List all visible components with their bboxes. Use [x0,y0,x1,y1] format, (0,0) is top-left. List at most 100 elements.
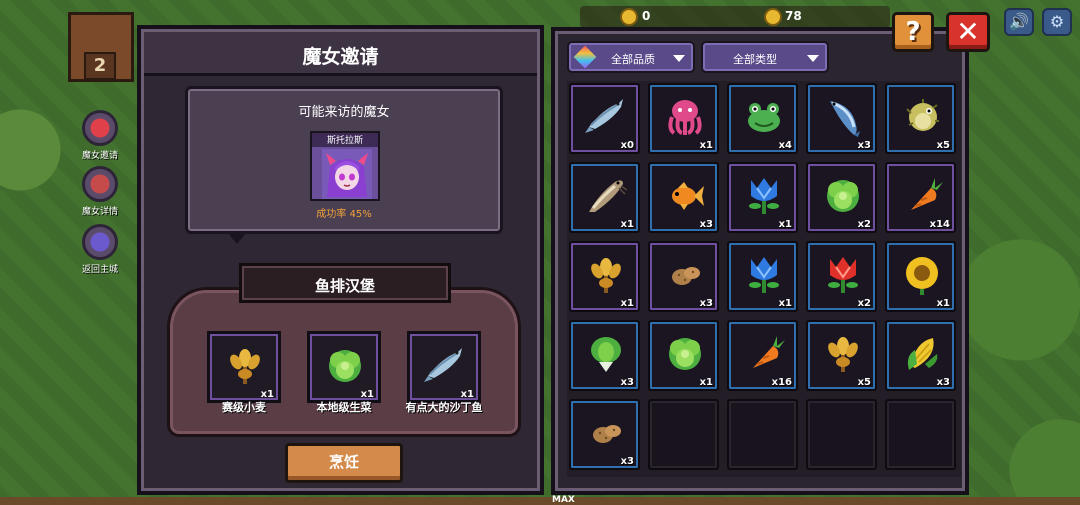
panel-title: 魔女邀请 [302,46,379,68]
inventory-slot[interactable]: x0 [569,83,640,154]
wheat-icon [828,337,858,372]
max-label: MAX [552,495,575,505]
castle-icon [82,224,118,260]
inventory-slot[interactable]: x2 [806,241,877,312]
item-quantity: x1 [699,140,713,151]
item-quantity: x16 [771,377,792,388]
witch-name: 斯托拉斯 [312,133,378,147]
ingredient-slot-3[interactable]: x1 [407,331,481,403]
side-button-witch-details[interactable]: 魔女详情 [70,166,130,217]
item-quantity: x1 [620,298,634,309]
corn-icon [907,338,938,370]
ingredient-slot-2[interactable]: x1 [307,331,381,403]
inventory-slot[interactable]: x3 [648,162,719,233]
sound-button[interactable]: 🔊 [1004,8,1034,36]
inventory-slot[interactable]: x3 [885,320,956,391]
inventory-slot[interactable]: x5 [806,320,877,391]
wheat-icon [591,258,621,293]
carrot-icon [911,178,943,210]
help-button[interactable]: ? [892,12,934,52]
ingredient-qty: x1 [460,389,474,400]
quality-filter-label: 全部品质 [611,53,655,66]
quality-filter-dropdown[interactable]: 全部品质 [567,41,695,73]
inventory-slot-empty[interactable] [806,399,877,470]
item-quantity: x2 [857,298,871,309]
side-button-witch-invite[interactable]: 魔女邀请 [70,110,130,161]
inventory-slot[interactable]: x2 [806,162,877,233]
blue-flower-icon [749,257,779,293]
inventory-slot[interactable]: x3 [806,83,877,154]
inventory-slot[interactable]: x4 [727,83,798,154]
inventory-slot-empty[interactable] [727,399,798,470]
recipe-name: 鱼排汉堡 [314,277,375,295]
pufferfish-icon [906,99,939,131]
blue-flower-icon [749,178,779,214]
gem-quality-icon [573,45,597,69]
sardine-icon [585,99,623,133]
chevron-down-icon [807,55,819,62]
visitor-heading: 可能来访的魔女 [298,105,390,120]
goldfish-icon [672,182,704,210]
chevron-down-icon [673,55,685,62]
inventory-slot-empty[interactable] [648,399,719,470]
close-button[interactable]: ✕ [946,12,990,52]
recipe-name-box[interactable]: 鱼排汉堡 [239,263,451,303]
side-button-return-town[interactable]: 返回主城 [70,224,130,275]
inventory-slot[interactable]: x1 [885,241,956,312]
item-quantity: x0 [620,140,634,151]
side-button-label: 魔女详情 [81,207,118,217]
resource-bar: 0 78 [580,6,890,28]
inventory-slot[interactable]: x1 [648,83,719,154]
inventory-slot[interactable]: x5 [885,83,956,154]
frog-icon [748,103,780,132]
progress-strip [0,497,1080,505]
item-quantity: x3 [857,140,871,151]
carrot-icon [753,336,785,368]
item-quantity: x1 [620,219,634,230]
type-filter-dropdown[interactable]: 全部类型 [701,41,829,73]
item-quantity: x4 [778,140,792,151]
inventory-slot[interactable]: x16 [727,320,798,391]
item-quantity: x5 [936,140,950,151]
witch-portrait-icon [322,149,372,199]
book-icon [82,166,118,202]
item-quantity: x1 [778,219,792,230]
sardine-icon [424,348,462,382]
inventory-slot[interactable]: x3 [569,320,640,391]
visitor-bubble: 可能来访的魔女 斯托拉斯 成功率 45% [185,86,503,234]
item-quantity: x1 [778,298,792,309]
item-quantity: x3 [936,377,950,388]
potato-icon [672,267,700,285]
blue-fish-icon [830,101,860,137]
inventory-slot[interactable]: x14 [885,162,956,233]
inventory-slot[interactable]: x1 [727,241,798,312]
ingredient-qty: x1 [360,389,374,400]
house-level-badge: 2 [84,52,116,80]
settings-button[interactable]: ⚙ [1042,8,1072,36]
ingredient-slot-1[interactable]: x1 [207,331,281,403]
ingredient-qty: x1 [260,389,274,400]
bok-choy-icon [591,337,621,372]
inventory-slot[interactable]: x1 [727,162,798,233]
heart-icon [82,110,118,146]
item-quantity: x3 [699,298,713,309]
red-flower-icon [828,257,858,293]
inventory-slot[interactable]: x1 [569,162,640,233]
cook-button[interactable]: 烹饪 [285,443,403,483]
inventory-slot[interactable]: x3 [648,241,719,312]
item-quantity: x5 [857,377,871,388]
witch-card[interactable]: 斯托拉斯 [310,131,380,201]
panel-header: 魔女邀请 [144,32,537,76]
item-quantity: x3 [620,377,634,388]
lettuce-icon [827,180,859,212]
inventory-slot[interactable]: x1 [569,241,640,312]
type-filter-label: 全部类型 [733,53,777,66]
item-quantity: x3 [699,219,713,230]
inventory-slot[interactable]: x3 [569,399,640,470]
ingredient-name: 有点大的沙丁鱼 [405,401,483,414]
inventory-slot-empty[interactable] [885,399,956,470]
item-quantity: x14 [929,219,950,230]
inventory-grid: x0 x1 x4 x3 x5 x1 x3 x1 x2 x14 x1 x3 x1 x2 x1 x3 x1 x16 x5… [567,81,961,477]
witch-invite-panel: 魔女邀请 可能来访的魔女 斯托拉斯 成功率 45% 鱼排汉堡 x1 赛级小麦 x… [137,25,544,495]
inventory-slot[interactable]: x1 [648,320,719,391]
